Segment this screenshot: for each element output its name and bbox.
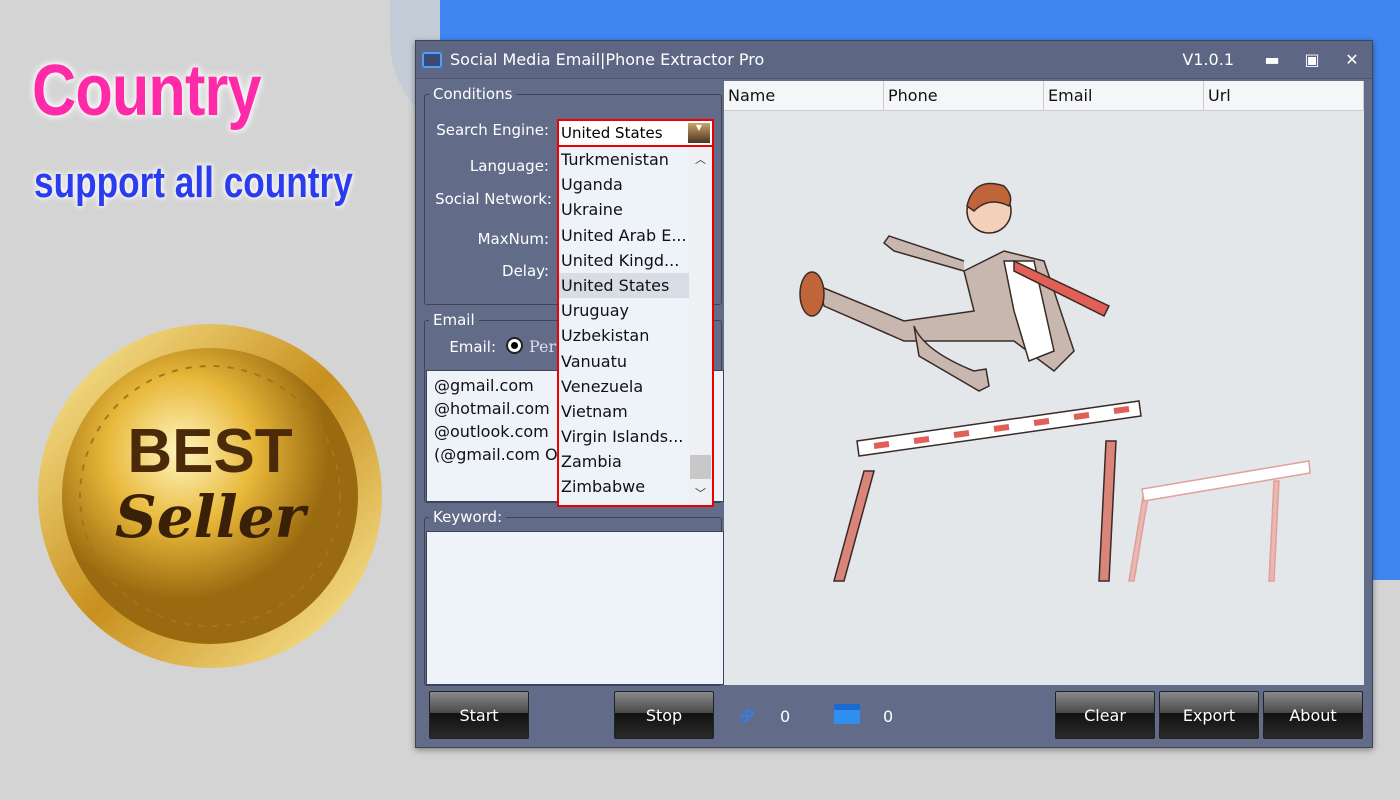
- best-seller-badge: BEST Seller: [38, 324, 382, 668]
- keyword-textarea[interactable]: [426, 531, 724, 685]
- country-option[interactable]: Uganda: [559, 172, 689, 197]
- minimize-button[interactable]: ▬: [1252, 50, 1292, 69]
- badge-script-text: Seller: [115, 483, 310, 551]
- clear-button[interactable]: Clear: [1055, 691, 1155, 739]
- country-option[interactable]: United States: [559, 272, 689, 299]
- promo-headline: Country: [32, 51, 261, 131]
- badge-top-text: BEST: [127, 417, 292, 486]
- column-header-email[interactable]: Email: [1044, 81, 1204, 110]
- maxnum-label: MaxNum:: [477, 230, 549, 248]
- language-label: Language:: [469, 157, 549, 175]
- about-button[interactable]: About: [1263, 691, 1363, 739]
- close-button[interactable]: ✕: [1332, 50, 1372, 69]
- promo-subline: support all country: [34, 158, 353, 207]
- country-option[interactable]: Uzbekistan: [559, 323, 689, 348]
- scrollbar-thumb[interactable]: [690, 455, 711, 479]
- search-engine-label: Search Engine:: [436, 121, 549, 139]
- social-network-label: Social Network:: [435, 190, 552, 208]
- country-option[interactable]: Turkmenistan: [559, 147, 689, 172]
- left-panel: Conditions Search Engine: Language: Soci…: [424, 41, 724, 691]
- country-option[interactable]: Zambia: [559, 449, 689, 474]
- selected-country: United States: [561, 124, 663, 142]
- country-option[interactable]: Vanuatu: [559, 349, 689, 374]
- column-header-phone[interactable]: Phone: [884, 81, 1044, 110]
- email-label: Email:: [449, 338, 496, 356]
- mail-icon: [834, 704, 860, 724]
- country-option[interactable]: Venezuela: [559, 374, 689, 399]
- dropdown-scrollbar[interactable]: ︿ ﹀: [689, 147, 712, 505]
- maximize-button[interactable]: ▣: [1292, 50, 1332, 69]
- column-header-name[interactable]: Name: [724, 81, 884, 110]
- country-dropdown-list[interactable]: Turkmenistan Uganda Ukraine United Arab E..…: [557, 147, 714, 507]
- table-header: Name Phone Email Url: [724, 81, 1364, 111]
- empty-state-illustration: [799, 182, 1311, 582]
- app-window: Social Media Email|Phone Extractor Pro V…: [415, 40, 1373, 748]
- link-icon: ∞: [731, 700, 763, 731]
- export-button[interactable]: Export: [1159, 691, 1259, 739]
- country-option[interactable]: Zimbabwe: [559, 474, 689, 499]
- scroll-up-icon[interactable]: ︿: [689, 151, 712, 167]
- link-count: 0: [780, 707, 791, 726]
- scroll-down-icon[interactable]: ﹀: [689, 485, 712, 501]
- country-option[interactable]: Virgin Islands...: [559, 424, 689, 449]
- dropdown-arrow-icon[interactable]: ▼: [688, 123, 710, 143]
- country-select[interactable]: United States ▼: [557, 119, 714, 147]
- country-option[interactable]: Ukraine: [559, 197, 689, 222]
- keyword-legend: Keyword:: [433, 508, 503, 526]
- country-option[interactable]: Uruguay: [559, 298, 689, 323]
- mail-count: 0: [883, 707, 894, 726]
- email-legend: Email: [433, 311, 475, 329]
- country-option[interactable]: Vietnam: [559, 399, 689, 424]
- column-header-url[interactable]: Url: [1204, 81, 1364, 110]
- country-option[interactable]: United Arab E...: [559, 223, 689, 248]
- personal-radio[interactable]: [506, 337, 523, 354]
- version-label: V1.0.1: [1182, 50, 1234, 69]
- conditions-legend: Conditions: [433, 85, 513, 103]
- country-option[interactable]: United Kingd...: [559, 248, 689, 273]
- stop-button[interactable]: Stop: [614, 691, 714, 739]
- delay-label: Delay:: [502, 262, 549, 280]
- results-table: Name Phone Email Url: [724, 81, 1364, 685]
- start-button[interactable]: Start: [429, 691, 529, 739]
